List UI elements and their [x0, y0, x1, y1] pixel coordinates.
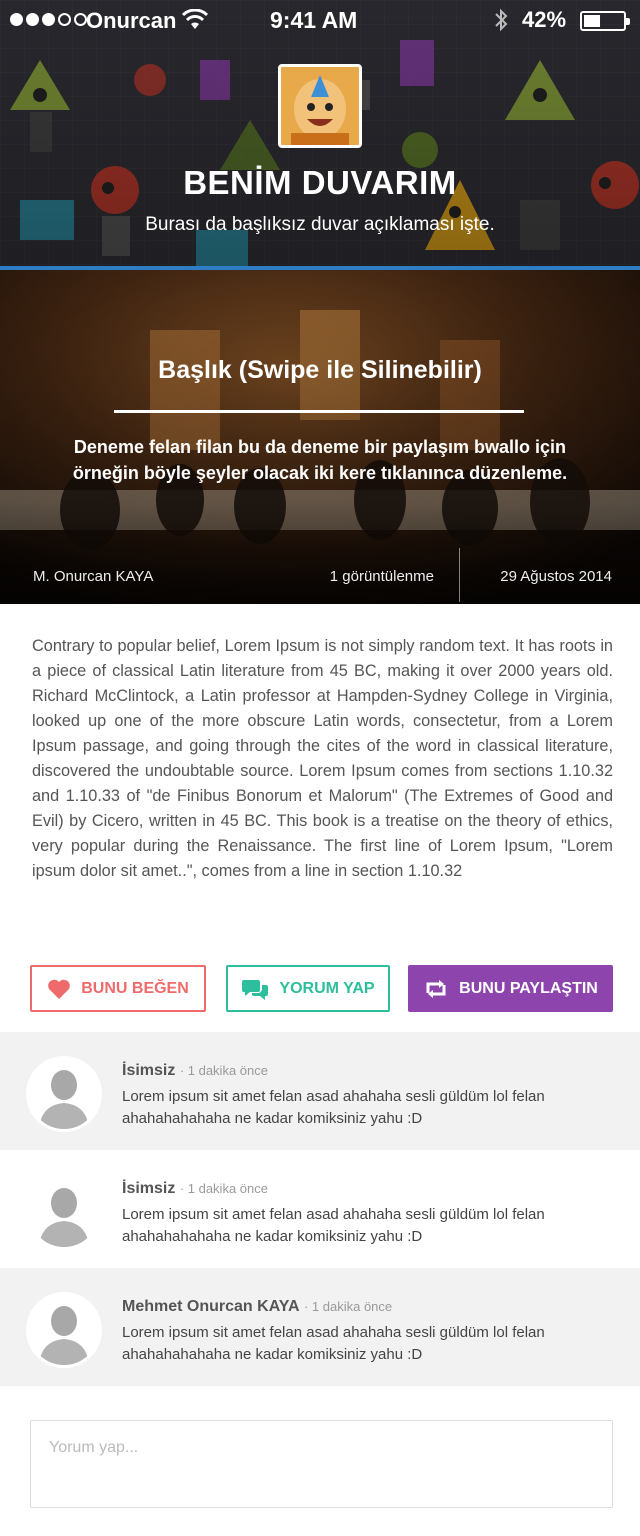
wall-subtitle: Burası da başlıksız duvar açıklaması işt… — [145, 214, 495, 235]
wall-owner-avatar[interactable] — [278, 64, 362, 148]
comment-text: Lorem ipsum sit amet felan asad ahahaha … — [122, 1206, 545, 1245]
carrier-name: Onurcan — [86, 8, 177, 33]
battery-percent: 42% — [522, 7, 567, 32]
bluetooth-icon — [495, 8, 508, 32]
chat-bubbles-icon — [242, 979, 269, 1000]
comment-author[interactable]: İsimsiz — [122, 1062, 175, 1079]
comment-text: Lorem ipsum sit amet felan asad ahahaha … — [122, 1088, 545, 1127]
post-author[interactable]: M. Onurcan KAYA — [33, 568, 153, 585]
comment-item: İsimsiz · 1 dakika önce Lorem ipsum sit … — [0, 1150, 640, 1268]
person-silhouette-icon — [29, 1177, 99, 1247]
status-time: 9:41 AM — [270, 7, 358, 33]
comment-author[interactable]: İsimsiz — [122, 1180, 175, 1197]
post-title-underline — [114, 410, 524, 413]
repost-icon — [426, 979, 446, 998]
avatar[interactable] — [26, 1174, 102, 1250]
share-button-label: BUNU PAYLAŞTIN — [459, 979, 598, 997]
comment-input[interactable] — [30, 1420, 613, 1508]
comment-time: · 1 dakika önce — [303, 1299, 393, 1314]
post-title: Başlık (Swipe ile Silinebilir) — [158, 356, 482, 384]
comment-text: Lorem ipsum sit amet felan asad ahahaha … — [122, 1324, 545, 1363]
post-hero-card[interactable]: Başlık (Swipe ile Silinebilir) Deneme fe… — [0, 270, 640, 604]
post-body: Contrary to popular belief, Lorem Ipsum … — [32, 637, 613, 880]
comment-button-label: YORUM YAP — [279, 979, 375, 997]
battery-icon — [580, 11, 630, 31]
post-meta-bar: M. Onurcan KAYA 1 görüntülenme 29 Ağusto… — [0, 548, 640, 604]
comment-time: · 1 dakika önce — [179, 1181, 268, 1196]
comment-author[interactable]: Mehmet Onurcan KAYA — [122, 1298, 300, 1315]
share-button[interactable]: BUNU PAYLAŞTIN — [408, 965, 613, 1012]
like-button-label: BUNU BEĞEN — [81, 979, 189, 997]
signal-dots-icon — [10, 13, 87, 26]
avatar[interactable] — [26, 1292, 102, 1368]
post-date: 29 Ağustos 2014 — [500, 568, 612, 585]
comment-time: · 1 dakika önce — [179, 1063, 268, 1078]
comment-item: Mehmet Onurcan KAYA · 1 dakika önce Lore… — [0, 1268, 640, 1386]
wifi-icon — [182, 9, 208, 29]
post-excerpt: Deneme felan filan bu da deneme bir payl… — [72, 437, 568, 483]
heart-icon — [48, 979, 71, 999]
like-button[interactable]: BUNU BEĞEN — [30, 965, 206, 1012]
wall-header: Onurcan 9:41 AM 42% BENİM DUVARIM Burası… — [0, 0, 640, 268]
meta-divider — [459, 548, 460, 602]
comment-item: İsimsiz · 1 dakika önce Lorem ipsum sit … — [0, 1032, 640, 1150]
status-bar: Onurcan 9:41 AM 42% — [0, 0, 640, 40]
person-silhouette-icon — [29, 1059, 99, 1129]
comment-button[interactable]: YORUM YAP — [226, 965, 390, 1012]
wall-title: BENİM DUVARIM — [183, 164, 457, 201]
avatar[interactable] — [26, 1056, 102, 1132]
post-views: 1 görüntülenme — [329, 568, 434, 585]
person-silhouette-icon — [29, 1295, 99, 1365]
cartoon-avatar-image — [281, 67, 359, 145]
